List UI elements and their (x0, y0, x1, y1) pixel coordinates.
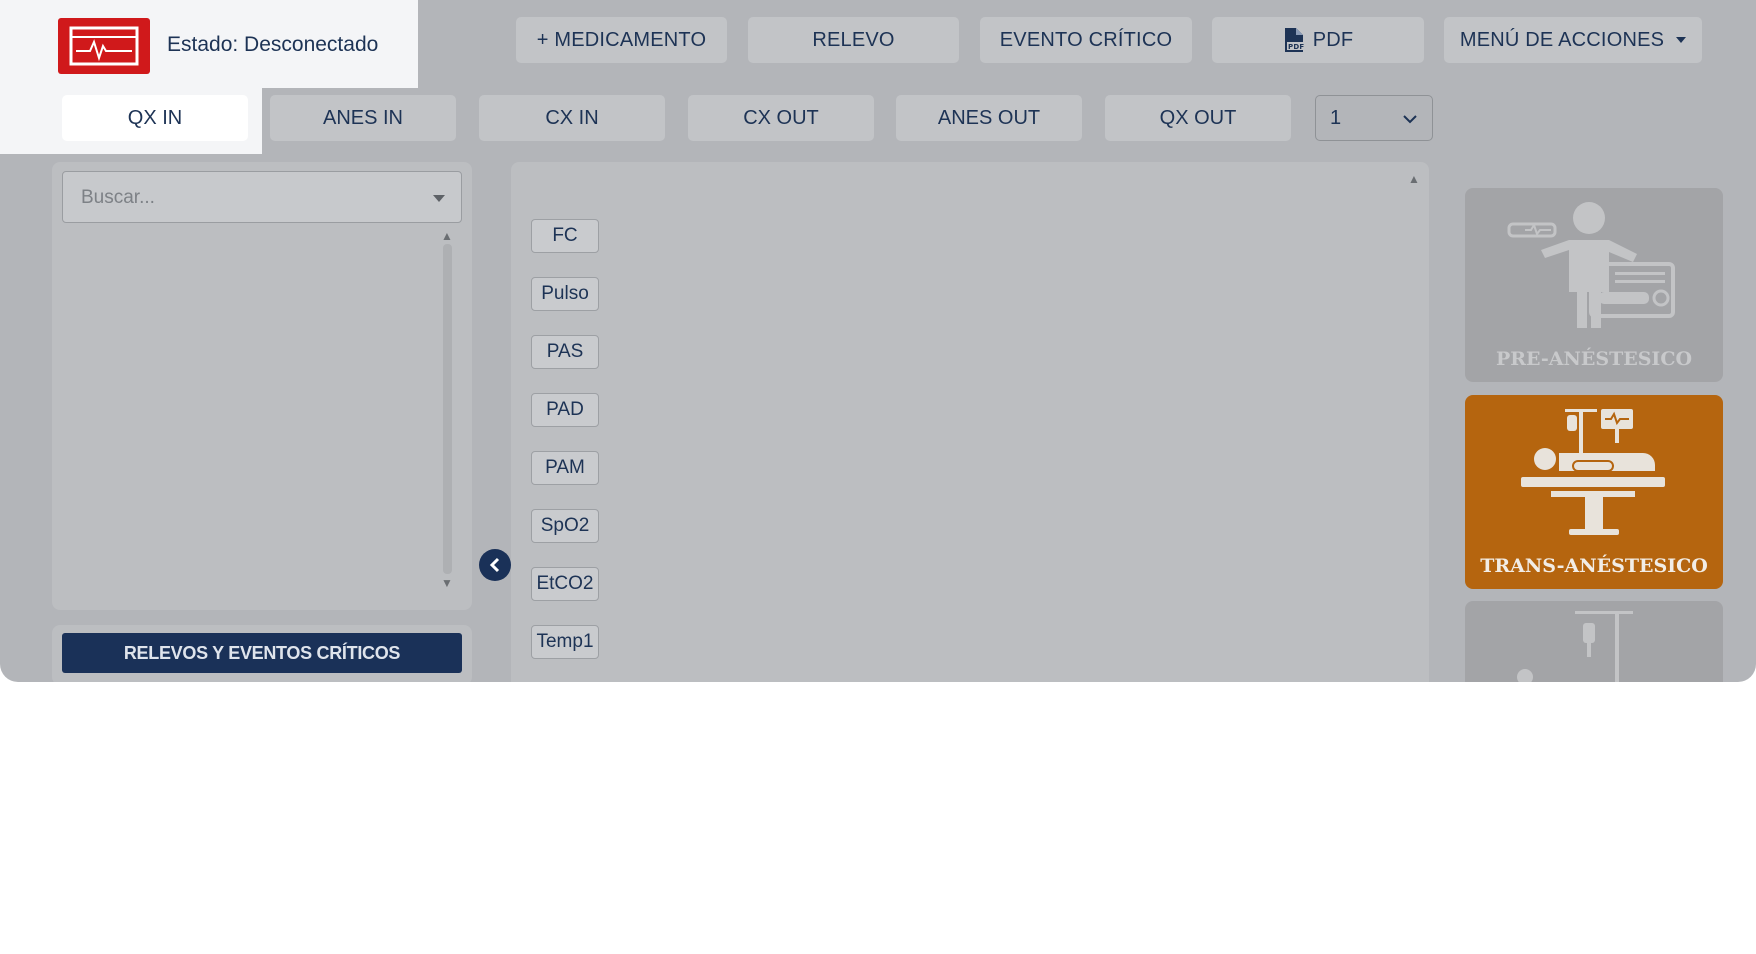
actions-menu-label: MENÚ DE ACCIONES (1459, 28, 1665, 51)
tab-qx-in[interactable]: QX IN (62, 95, 248, 141)
vital-temp1-button[interactable]: Temp1 (531, 625, 599, 659)
vital-pulso-button[interactable]: Pulso (531, 277, 599, 311)
critical-event-button[interactable]: EVENTO CRÍTICO (980, 17, 1192, 63)
pdf-button-label: PDF (1312, 28, 1354, 51)
relief-button[interactable]: RELEVO (748, 17, 959, 63)
caret-down-icon (1676, 37, 1687, 43)
search-select[interactable]: Buscar... (62, 171, 462, 223)
chevron-left-icon (489, 557, 500, 573)
vital-pas-button[interactable]: PAS (531, 335, 599, 369)
iv-drip-icon (1517, 611, 1633, 682)
actions-menu-button[interactable]: MENÚ DE ACCIONES (1444, 17, 1702, 63)
left-panel (52, 162, 472, 610)
collapse-panel-button[interactable] (479, 549, 511, 581)
connection-status: Estado: Desconectado (167, 33, 379, 56)
operating-table-icon (1521, 409, 1665, 535)
phase-trans-anestesico-card[interactable]: TRANS-ANÉSTESICO (1465, 395, 1723, 589)
pdf-button[interactable]: PDF PDF (1212, 17, 1424, 63)
brand-area: Estado: Desconectado (0, 0, 418, 88)
add-medication-button[interactable]: + MEDICAMENTO (516, 17, 727, 63)
dropdown-caret-icon (433, 195, 445, 202)
relevos-eventos-button[interactable]: RELEVOS Y EVENTOS CRÍTICOS (62, 633, 462, 673)
vital-etco2-button[interactable]: EtCO2 (531, 567, 599, 601)
phase-pre-label: PRE-ANÉSTESICO (1495, 348, 1692, 370)
phase-trans-label: TRANS-ANÉSTESICO (1480, 555, 1708, 577)
vital-pad-button[interactable]: PAD (531, 393, 599, 427)
vital-pam-button[interactable]: PAM (531, 451, 599, 485)
tab-qx-out[interactable]: QX OUT (1105, 95, 1291, 141)
patient-monitor-icon (1507, 202, 1675, 328)
search-placeholder: Buscar... (81, 187, 155, 208)
scrollbar-thumb[interactable] (443, 244, 452, 574)
number-select[interactable]: 1 (1315, 95, 1433, 141)
tab-anes-out[interactable]: ANES OUT (896, 95, 1082, 141)
panel-scroll-up-icon[interactable]: ▲ (1408, 172, 1420, 186)
svg-text:PDF: PDF (1288, 43, 1304, 51)
chevron-down-icon (1402, 107, 1418, 130)
vital-spo2-button[interactable]: SpO2 (531, 509, 599, 543)
phase-pre-anestesico-card[interactable]: PRE-ANÉSTESICO (1465, 188, 1723, 382)
app-window: Estado: Desconectado + MEDICAMENTO RELEV… (0, 0, 1756, 682)
tab-anes-in[interactable]: ANES IN (270, 95, 456, 141)
vital-fc-button[interactable]: FC (531, 219, 599, 253)
tab-cx-in[interactable]: CX IN (479, 95, 665, 141)
tab-cx-out[interactable]: CX OUT (688, 95, 874, 141)
vitals-panel (511, 162, 1429, 682)
scroll-down-icon[interactable]: ▼ (441, 576, 453, 590)
scroll-up-icon[interactable]: ▲ (441, 229, 453, 243)
number-select-value: 1 (1330, 106, 1342, 129)
pdf-icon: PDF (1283, 27, 1305, 53)
phase-post-anestesico-card[interactable] (1465, 601, 1723, 682)
monitor-logo-icon (58, 18, 150, 74)
